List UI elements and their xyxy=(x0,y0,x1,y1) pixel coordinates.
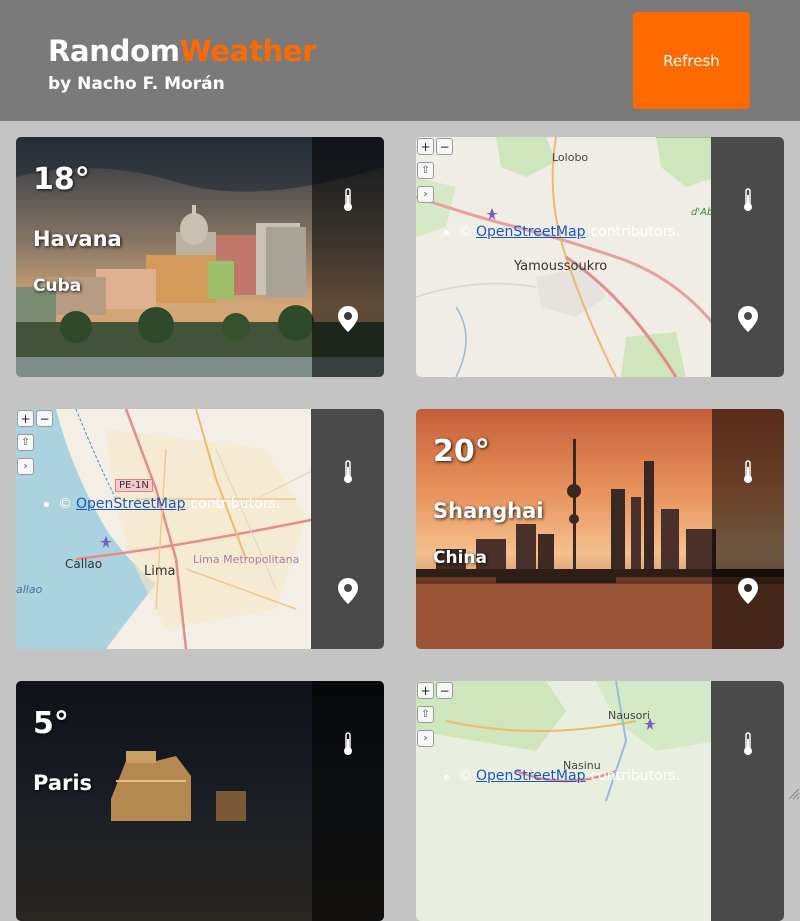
weather-card-suva: Nausori Nasinu + − ⇧ › © OpenStreetMap con… xyxy=(416,681,784,921)
card-side-panel xyxy=(712,409,784,649)
map-label-yamoussoukro: Yamoussoukro xyxy=(514,259,608,274)
app-title-part2: Weather xyxy=(179,34,317,68)
map-label-callao: Callao xyxy=(65,557,103,571)
copyright-symbol: © xyxy=(58,496,72,512)
zoom-out-button[interactable]: − xyxy=(436,138,453,155)
thermometer-icon[interactable] xyxy=(341,459,355,485)
home-button[interactable]: ⇧ xyxy=(417,162,434,179)
card-side-panel xyxy=(711,681,784,921)
card-side-panel xyxy=(312,137,384,377)
card-side-panel xyxy=(311,409,384,649)
city-name: Paris xyxy=(33,771,93,795)
map-label-edge: d'Ab xyxy=(691,207,714,218)
map-pin-icon[interactable] xyxy=(336,305,360,333)
map-label-nausori: Nausori xyxy=(608,709,650,722)
resize-grip-icon[interactable] xyxy=(786,786,800,800)
map-label-coast: allao xyxy=(16,583,43,596)
openstreetmap-link[interactable]: OpenStreetMap xyxy=(76,496,185,512)
attribution-suffix: contributors. xyxy=(190,496,281,512)
country-name: Cuba xyxy=(33,276,82,296)
zoom-controls: + − xyxy=(17,410,53,427)
copyright-symbol: © xyxy=(458,768,472,784)
attribution-suffix: contributors. xyxy=(590,768,681,784)
thermometer-icon[interactable] xyxy=(741,459,755,485)
openstreetmap-link[interactable]: OpenStreetMap xyxy=(476,224,585,240)
copyright-symbol: © xyxy=(458,224,472,240)
home-button[interactable]: ⇧ xyxy=(417,706,434,723)
zoom-in-button[interactable]: + xyxy=(417,138,434,155)
map-pin-icon[interactable] xyxy=(736,577,760,605)
zoom-out-button[interactable]: − xyxy=(36,410,53,427)
map-attribution: © OpenStreetMap contributors. xyxy=(444,768,680,784)
map-label-lolobo: Lolobo xyxy=(552,151,589,164)
temperature-value: 18° xyxy=(33,162,90,197)
thermometer-icon[interactable] xyxy=(741,187,755,213)
attribution-bullet xyxy=(44,501,49,507)
weather-card-havana: 18° Havana Cuba xyxy=(16,137,384,377)
weather-card-lima: PE-1N Callao Lima Lima Metropolitana all… xyxy=(16,409,384,649)
refresh-button[interactable]: Refresh xyxy=(633,12,750,109)
expand-button[interactable]: › xyxy=(17,458,34,475)
author-byline: by Nacho F. Morán xyxy=(48,74,225,94)
map-label-lima: Lima xyxy=(144,564,176,579)
app-title: RandomWeather xyxy=(48,34,317,68)
country-name: China xyxy=(433,548,487,568)
expand-button[interactable]: › xyxy=(417,730,434,747)
city-name: Havana xyxy=(33,227,122,251)
weather-card-paris: 5° Paris xyxy=(16,681,384,921)
map-attribution: © OpenStreetMap contributors. xyxy=(444,224,680,240)
thermometer-icon[interactable] xyxy=(341,187,355,213)
map-pin-icon[interactable] xyxy=(336,577,360,605)
thermometer-icon[interactable] xyxy=(741,731,755,757)
map-pin-icon[interactable] xyxy=(736,305,760,333)
openstreetmap-link[interactable]: OpenStreetMap xyxy=(476,768,585,784)
zoom-controls: + − xyxy=(417,138,453,155)
zoom-out-button[interactable]: − xyxy=(436,682,453,699)
card-side-panel xyxy=(711,137,784,377)
thermometer-icon[interactable] xyxy=(341,731,355,757)
weather-card-shanghai: 20° Shanghai China xyxy=(416,409,784,649)
zoom-in-button[interactable]: + xyxy=(417,682,434,699)
expand-button[interactable]: › xyxy=(417,186,434,203)
weather-card-yamoussoukro: Lolobo Yamoussoukro d'Ab + − ⇧ › © OpenSt… xyxy=(416,137,784,377)
zoom-in-button[interactable]: + xyxy=(17,410,34,427)
city-name: Shanghai xyxy=(433,499,544,523)
temperature-value: 5° xyxy=(33,706,69,741)
map-attribution: © OpenStreetMap contributors. xyxy=(44,496,280,512)
app-title-part1: Random xyxy=(48,34,180,68)
attribution-bullet xyxy=(444,229,449,235)
card-side-panel xyxy=(312,681,384,921)
attribution-bullet xyxy=(444,773,449,779)
zoom-controls: + − xyxy=(417,682,453,699)
temperature-value: 20° xyxy=(433,434,490,469)
attribution-suffix: contributors. xyxy=(590,224,681,240)
map-label-lima-metropolitana: Lima Metropolitana xyxy=(193,553,300,566)
home-button[interactable]: ⇧ xyxy=(17,434,34,451)
app-header: RandomWeather by Nacho F. Morán Refresh xyxy=(0,0,800,121)
road-shield-pe1n: PE-1N xyxy=(115,479,153,492)
